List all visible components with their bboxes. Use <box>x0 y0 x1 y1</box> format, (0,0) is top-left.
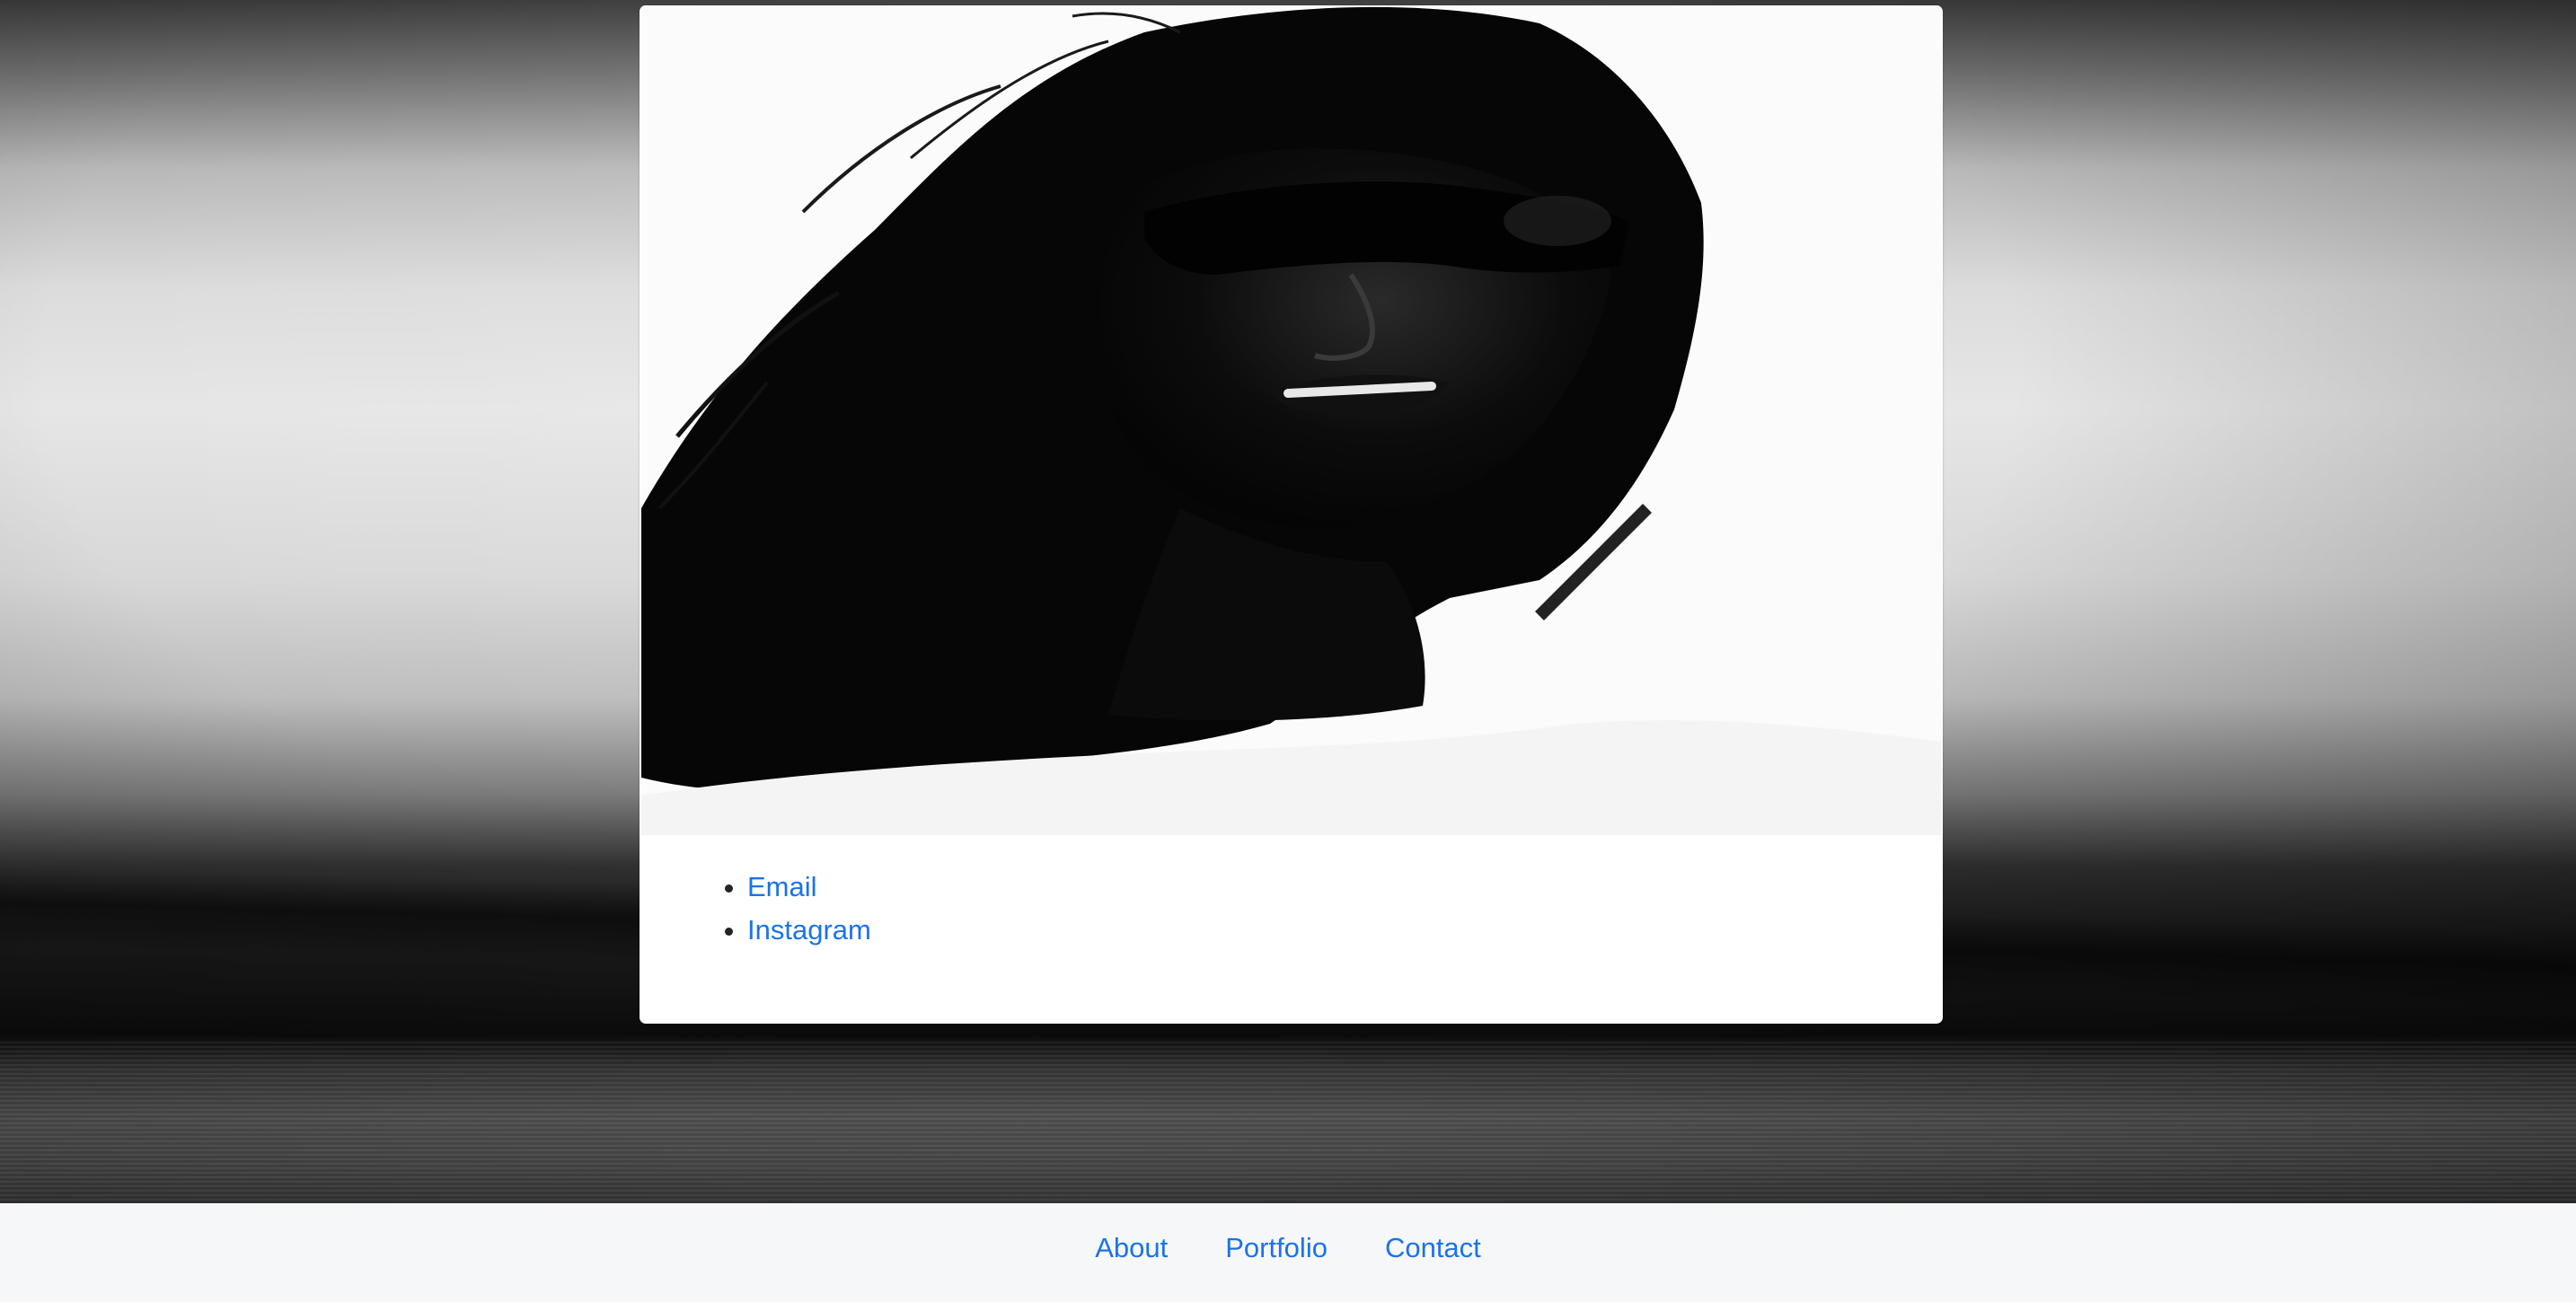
footer-nav: About Portfolio Contact <box>0 1203 2576 1302</box>
portrait-photo <box>641 5 1941 835</box>
portrait-illustration <box>641 5 1941 835</box>
list-item: Instagram <box>747 909 871 952</box>
contact-links: Email Instagram <box>717 866 871 952</box>
profile-card: Email Instagram <box>640 5 1943 1024</box>
nav-contact-link[interactable]: Contact <box>1356 1230 1510 1266</box>
nav-portfolio-link[interactable]: Portfolio <box>1196 1230 1356 1266</box>
background-sea <box>0 1042 2576 1203</box>
instagram-link[interactable]: Instagram <box>747 914 871 946</box>
list-item: Email <box>747 866 871 909</box>
email-link[interactable]: Email <box>747 871 817 902</box>
nav-about-link[interactable]: About <box>1066 1230 1196 1266</box>
